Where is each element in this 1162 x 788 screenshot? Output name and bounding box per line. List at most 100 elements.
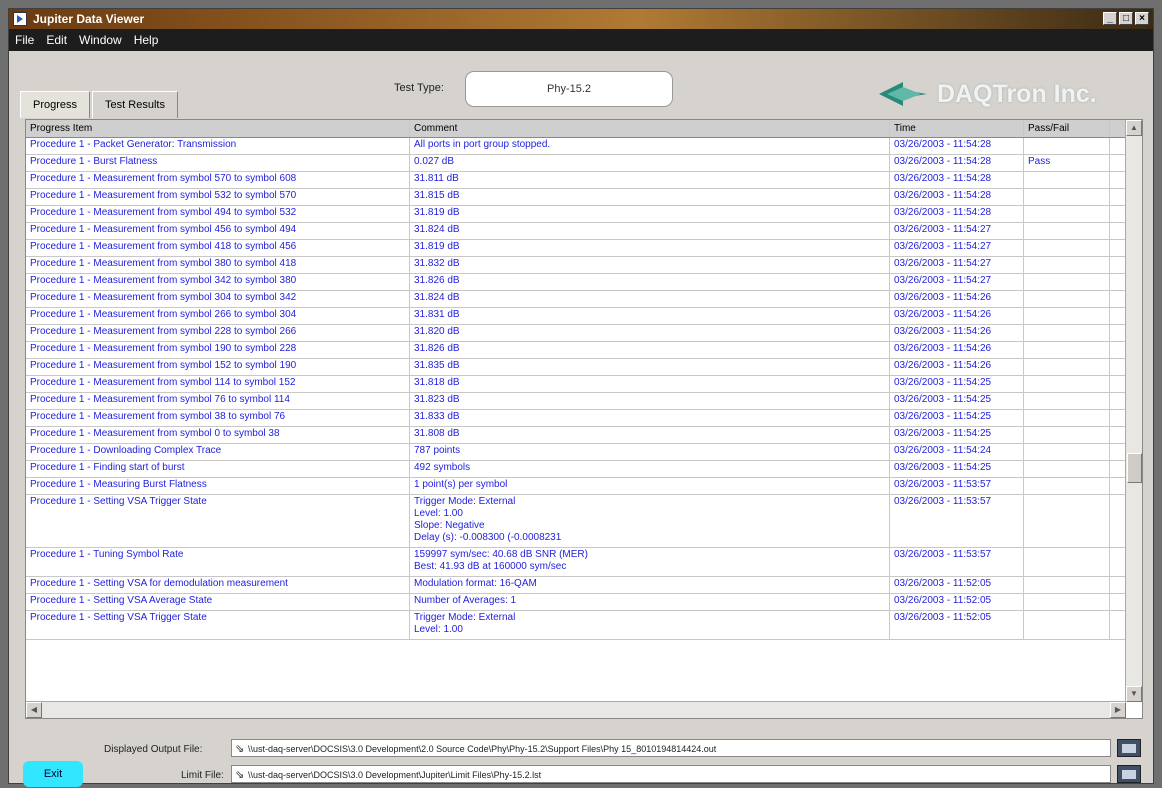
table-row[interactable]: Procedure 1 - Measurement from symbol 34…: [26, 274, 1126, 291]
cell-time: 03/26/2003 - 11:54:28: [890, 138, 1024, 154]
comment-line: 31.826 dB: [414, 275, 460, 286]
browse-limit-folder-icon[interactable]: [1117, 765, 1141, 783]
comment-line: 31.831 dB: [414, 309, 460, 320]
close-button[interactable]: ×: [1135, 12, 1149, 25]
cell-comment: All ports in port group stopped.: [410, 138, 890, 154]
cell-comment: 31.818 dB: [410, 376, 890, 392]
column-header-comment[interactable]: Comment: [410, 120, 890, 137]
cell-time: 03/26/2003 - 11:54:26: [890, 291, 1024, 307]
cell-time: 03/26/2003 - 11:52:05: [890, 577, 1024, 593]
cell-progress-item: Procedure 1 - Setting VSA Average State: [26, 594, 410, 610]
cell-time: 03/26/2003 - 11:53:57: [890, 548, 1024, 576]
scroll-down-arrow-icon[interactable]: ▼: [1126, 686, 1142, 702]
menu-edit[interactable]: Edit: [40, 33, 73, 47]
browse-output-folder-icon[interactable]: [1117, 739, 1141, 757]
title-bar[interactable]: Jupiter Data Viewer _ □ ×: [9, 9, 1153, 29]
cell-time: 03/26/2003 - 11:54:25: [890, 410, 1024, 426]
cell-comment: 492 symbols: [410, 461, 890, 477]
cell-pass-fail: [1024, 393, 1110, 409]
cell-comment: 31.823 dB: [410, 393, 890, 409]
cell-progress-item: Procedure 1 - Tuning Symbol Rate: [26, 548, 410, 576]
cell-time: 03/26/2003 - 11:54:28: [890, 189, 1024, 205]
cell-time: 03/26/2003 - 11:54:25: [890, 461, 1024, 477]
table-row[interactable]: Procedure 1 - Setting VSA Average State N…: [26, 594, 1126, 611]
vertical-scroll-thumb[interactable]: [1127, 453, 1142, 483]
table-row[interactable]: Procedure 1 - Setting VSA Trigger State T…: [26, 611, 1126, 640]
cell-progress-item: Procedure 1 - Measurement from symbol 34…: [26, 274, 410, 290]
table-row[interactable]: Procedure 1 - Measurement from symbol 41…: [26, 240, 1126, 257]
cell-comment: 31.826 dB: [410, 342, 890, 358]
cell-progress-item: Procedure 1 - Measurement from symbol 76…: [26, 393, 410, 409]
cell-progress-item: Procedure 1 - Measuring Burst Flatness: [26, 478, 410, 494]
comment-line: Number of Averages: 1: [414, 595, 517, 606]
comment-line: Trigger Mode: External: [414, 612, 516, 623]
table-row[interactable]: Procedure 1 - Measurement from symbol 0 …: [26, 427, 1126, 444]
table-row[interactable]: Procedure 1 - Burst Flatness 0.027 dB 03/2…: [26, 155, 1126, 172]
cell-progress-item: Procedure 1 - Setting VSA Trigger State: [26, 495, 410, 547]
table-row[interactable]: Procedure 1 - Downloading Complex Trace 7…: [26, 444, 1126, 461]
table-row[interactable]: Procedure 1 - Measurement from symbol 38…: [26, 410, 1126, 427]
table-row[interactable]: Procedure 1 - Setting VSA Trigger State T…: [26, 495, 1126, 548]
tab-progress[interactable]: Progress: [20, 91, 91, 118]
cell-comment: 1 point(s) per symbol: [410, 478, 890, 494]
cell-time: 03/26/2003 - 11:54:28: [890, 172, 1024, 188]
cell-time: 03/26/2003 - 11:54:26: [890, 325, 1024, 341]
table-row[interactable]: Procedure 1 - Tuning Symbol Rate 159997 s…: [26, 548, 1126, 577]
table-row[interactable]: Procedure 1 - Setting VSA for demodulati…: [26, 577, 1126, 594]
horizontal-scrollbar[interactable]: ◀ ▶: [26, 701, 1126, 718]
table-row[interactable]: Procedure 1 - Measurement from symbol 22…: [26, 325, 1126, 342]
cell-progress-item: Procedure 1 - Finding start of burst: [26, 461, 410, 477]
table-row[interactable]: Procedure 1 - Measurement from symbol 15…: [26, 359, 1126, 376]
cell-progress-item: Procedure 1 - Measurement from symbol 15…: [26, 359, 410, 375]
limit-file-field[interactable]: ⇘ \\ust-daq-server\DOCSIS\3.0 Developmen…: [231, 765, 1111, 783]
cell-pass-fail: [1024, 172, 1110, 188]
table-row[interactable]: Procedure 1 - Measurement from symbol 30…: [26, 291, 1126, 308]
scroll-up-arrow-icon[interactable]: ▲: [1126, 120, 1142, 136]
limit-file-label: Limit File:: [181, 770, 224, 781]
cell-progress-item: Procedure 1 - Downloading Complex Trace: [26, 444, 410, 460]
logo-text: DAQTron Inc.: [937, 79, 1097, 108]
menu-file[interactable]: File: [9, 33, 40, 47]
network-path-icon: ⇘: [235, 743, 245, 755]
menu-help[interactable]: Help: [128, 33, 165, 47]
table-row[interactable]: Procedure 1 - Measurement from symbol 11…: [26, 376, 1126, 393]
exit-button[interactable]: Exit: [23, 761, 83, 787]
minimize-button[interactable]: _: [1103, 12, 1117, 25]
table-row[interactable]: Procedure 1 - Measurement from symbol 38…: [26, 257, 1126, 274]
output-file-field[interactable]: ⇘ \\ust-daq-server\DOCSIS\3.0 Developmen…: [231, 739, 1111, 757]
cell-pass-fail: Pass: [1024, 155, 1110, 171]
tab-test-results[interactable]: Test Results: [92, 91, 178, 118]
scroll-right-arrow-icon[interactable]: ▶: [1110, 702, 1126, 718]
cell-progress-item: Procedure 1 - Measurement from symbol 30…: [26, 291, 410, 307]
cell-pass-fail: [1024, 577, 1110, 593]
scroll-left-arrow-icon[interactable]: ◀: [26, 702, 42, 718]
cell-pass-fail: [1024, 138, 1110, 154]
cell-time: 03/26/2003 - 11:54:24: [890, 444, 1024, 460]
cell-comment: Number of Averages: 1: [410, 594, 890, 610]
test-type-field[interactable]: Phy-15.2: [465, 71, 673, 107]
table-row[interactable]: Procedure 1 - Measurement from symbol 49…: [26, 206, 1126, 223]
cell-time: 03/26/2003 - 11:54:26: [890, 342, 1024, 358]
cell-pass-fail: [1024, 325, 1110, 341]
column-header-time[interactable]: Time: [890, 120, 1024, 137]
cell-pass-fail: [1024, 359, 1110, 375]
table-row[interactable]: Procedure 1 - Measurement from symbol 76…: [26, 393, 1126, 410]
table-row[interactable]: Procedure 1 - Measuring Burst Flatness 1 …: [26, 478, 1126, 495]
maximize-button[interactable]: □: [1119, 12, 1133, 25]
vertical-scrollbar[interactable]: ▲ ▼: [1125, 120, 1142, 702]
table-row[interactable]: Procedure 1 - Measurement from symbol 53…: [26, 189, 1126, 206]
table-row[interactable]: Procedure 1 - Measurement from symbol 26…: [26, 308, 1126, 325]
table-row[interactable]: Procedure 1 - Measurement from symbol 57…: [26, 172, 1126, 189]
app-icon[interactable]: [13, 12, 27, 26]
menu-window[interactable]: Window: [73, 33, 128, 47]
column-header-progress-item[interactable]: Progress Item: [26, 120, 410, 137]
cell-time: 03/26/2003 - 11:54:27: [890, 257, 1024, 273]
table-row[interactable]: Procedure 1 - Packet Generator: Transmis…: [26, 138, 1126, 155]
column-header-pass-fail[interactable]: Pass/Fail: [1024, 120, 1110, 137]
table-row[interactable]: Procedure 1 - Measurement from symbol 19…: [26, 342, 1126, 359]
cell-time: 03/26/2003 - 11:54:27: [890, 223, 1024, 239]
cell-progress-item: Procedure 1 - Setting VSA for demodulati…: [26, 577, 410, 593]
table-row[interactable]: Procedure 1 - Finding start of burst 492 …: [26, 461, 1126, 478]
table-row[interactable]: Procedure 1 - Measurement from symbol 45…: [26, 223, 1126, 240]
cell-comment: Modulation format: 16-QAM: [410, 577, 890, 593]
